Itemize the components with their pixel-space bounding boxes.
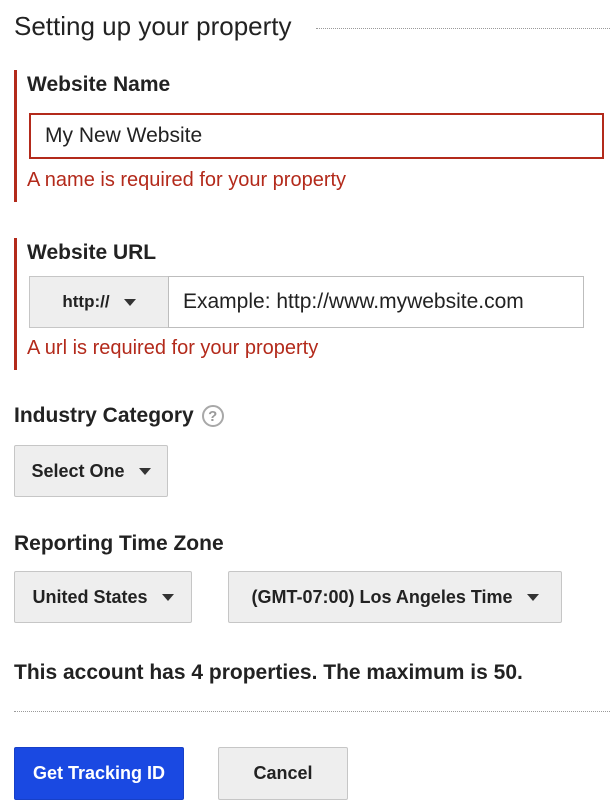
- website-name-group: Website Name A name is required for your…: [14, 70, 613, 202]
- account-property-count: This account has 4 properties. The maxim…: [14, 661, 523, 684]
- cancel-button[interactable]: Cancel: [218, 747, 348, 800]
- timezone-label: Reporting Time Zone: [14, 532, 224, 555]
- property-setup-form: Setting up your property Website Name A …: [0, 0, 614, 812]
- protocol-dropdown[interactable]: http://: [29, 276, 168, 328]
- chevron-down-icon: [161, 593, 174, 601]
- timezone-dropdown[interactable]: (GMT-07:00) Los Angeles Time: [228, 571, 562, 623]
- website-name-error: A name is required for your property: [27, 169, 347, 191]
- section-divider: [315, 27, 610, 29]
- help-icon[interactable]: ?: [201, 405, 224, 427]
- chevron-down-icon: [123, 298, 136, 306]
- timezone-label-row: Reporting Time Zone: [14, 532, 224, 556]
- section-header: Setting up your property: [14, 8, 610, 44]
- industry-label-row: Industry Category ?: [14, 404, 224, 428]
- website-url-input[interactable]: [168, 276, 584, 328]
- industry-dropdown[interactable]: Select One: [14, 445, 168, 497]
- chevron-down-icon: [138, 467, 151, 475]
- timezone-selected: (GMT-07:00) Los Angeles Time: [251, 586, 513, 607]
- protocol-value: http://: [62, 292, 110, 311]
- country-dropdown[interactable]: United States: [14, 571, 192, 623]
- country-selected: United States: [32, 586, 148, 607]
- industry-selected: Select One: [31, 460, 125, 481]
- section-title: Setting up your property: [14, 10, 292, 41]
- website-url-label: Website URL: [27, 241, 157, 264]
- url-row: http://: [29, 276, 584, 328]
- bottom-divider: [14, 711, 610, 712]
- get-tracking-id-button[interactable]: Get Tracking ID: [14, 747, 184, 800]
- website-name-label: Website Name: [27, 73, 171, 96]
- industry-label: Industry Category: [14, 404, 194, 427]
- website-url-error: A url is required for your property: [27, 337, 319, 359]
- website-name-input[interactable]: [29, 113, 604, 159]
- chevron-down-icon: [526, 593, 539, 601]
- website-url-group: Website URL http:// A url is required fo…: [14, 238, 613, 370]
